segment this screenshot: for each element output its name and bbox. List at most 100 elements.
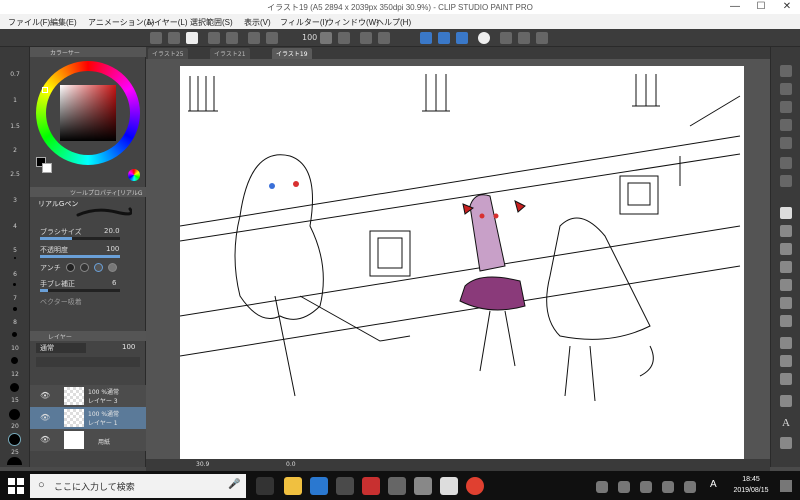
tab-doc-19[interactable]: イラスト19 xyxy=(272,48,312,59)
size-label[interactable]: 3 xyxy=(3,197,27,204)
save-icon[interactable] xyxy=(168,32,180,44)
size-dot[interactable] xyxy=(9,409,20,420)
saturation-value-square[interactable] xyxy=(60,85,116,141)
zoom-icon[interactable] xyxy=(780,65,792,77)
figure-icon[interactable] xyxy=(780,355,792,367)
size-label[interactable]: 1.5 xyxy=(3,123,27,130)
size-label[interactable]: 25 xyxy=(3,449,27,456)
size-dot[interactable] xyxy=(13,283,16,286)
eye-icon[interactable]: 👁 xyxy=(40,413,50,422)
network-icon[interactable] xyxy=(662,481,674,493)
selection-lasso-icon[interactable] xyxy=(780,137,792,149)
snap-perspective-icon[interactable] xyxy=(456,32,468,44)
selection-icon[interactable] xyxy=(360,32,372,44)
tab-layer[interactable]: レイヤー xyxy=(48,332,72,341)
ime-indicator[interactable]: A xyxy=(710,479,717,490)
fill-bucket-icon[interactable] xyxy=(780,315,792,327)
size-dot[interactable] xyxy=(10,383,19,392)
drawing-canvas[interactable] xyxy=(179,66,744,459)
stabilization-value[interactable]: 6 xyxy=(112,279,116,287)
layer-opacity[interactable]: 100 xyxy=(122,343,135,351)
edge-icon[interactable] xyxy=(310,477,328,495)
tab-doc-21[interactable]: イラスト21 xyxy=(210,48,250,59)
airbrush-icon[interactable] xyxy=(780,261,792,273)
color-sets-icon[interactable] xyxy=(128,169,140,181)
size-dot-selected[interactable] xyxy=(8,433,21,446)
antialias-none-icon[interactable] xyxy=(66,263,75,272)
angle-status[interactable]: 0.0 xyxy=(286,461,296,468)
size-label[interactable]: 4 xyxy=(3,223,27,230)
menu-filter[interactable]: フィルター(I) xyxy=(280,17,327,28)
snap-ruler-icon[interactable] xyxy=(420,32,432,44)
transform-icon[interactable] xyxy=(266,32,278,44)
hand-icon[interactable] xyxy=(780,83,792,95)
opacity-value[interactable]: 100 xyxy=(106,245,119,253)
antialias-strong-icon[interactable] xyxy=(108,263,117,272)
size-label[interactable]: 2 xyxy=(3,147,27,154)
fill-icon[interactable] xyxy=(320,32,332,44)
vector-snap-row[interactable]: ベクター吸着 xyxy=(40,297,140,309)
brush-size-value[interactable]: 20.0 xyxy=(104,227,120,235)
zoom-status[interactable]: 30.9 xyxy=(196,461,209,468)
size-label[interactable]: 6 xyxy=(3,271,27,278)
tray-icon[interactable] xyxy=(618,481,630,493)
gift-icon[interactable] xyxy=(362,477,380,495)
chrome-icon[interactable] xyxy=(466,477,484,495)
size-label[interactable]: 8 xyxy=(3,319,27,326)
layer-row-selected[interactable]: 👁 100 %通常 レイヤー 1 xyxy=(30,407,146,429)
hue-cursor[interactable] xyxy=(42,87,48,93)
close-button[interactable]: ✕ xyxy=(774,0,800,14)
move-icon[interactable] xyxy=(780,101,792,113)
text-tool-icon[interactable]: A xyxy=(780,417,792,429)
antialias-weak-icon[interactable] xyxy=(80,263,89,272)
menu-window[interactable]: ウィンドウ(W) xyxy=(326,17,379,28)
blend-icon[interactable] xyxy=(780,297,792,309)
size-label[interactable]: 0.7 xyxy=(3,71,27,78)
menu-layer[interactable]: レイヤー(L) xyxy=(146,17,188,28)
magic-wand-icon[interactable] xyxy=(780,157,792,169)
microphone-icon[interactable]: 🎤 xyxy=(228,479,240,490)
eraser-icon[interactable] xyxy=(780,279,792,291)
eye-icon[interactable]: 👁 xyxy=(40,391,50,400)
size-label[interactable]: 1 xyxy=(3,97,27,104)
size-label[interactable]: 20 xyxy=(3,423,27,430)
ruler-icon[interactable] xyxy=(780,395,792,407)
size-dot[interactable] xyxy=(11,357,18,364)
menu-selection[interactable]: 選択範囲(S) xyxy=(190,17,233,28)
file-explorer-icon[interactable] xyxy=(284,477,302,495)
operation-icon[interactable] xyxy=(780,119,792,131)
menu-animation[interactable]: アニメーション(A) xyxy=(88,17,154,28)
minimize-button[interactable]: — xyxy=(722,0,748,14)
clear-icon[interactable] xyxy=(248,32,260,44)
clip-studio-taskbar-icon[interactable] xyxy=(440,477,458,495)
tab-doc-25[interactable]: イラスト25 xyxy=(148,48,188,59)
gradient-icon[interactable] xyxy=(780,337,792,349)
help-icon[interactable] xyxy=(478,32,490,44)
size-label[interactable]: 10 xyxy=(3,345,27,352)
volume-icon[interactable] xyxy=(684,481,696,493)
photos-icon[interactable] xyxy=(414,477,432,495)
blend-mode-select[interactable]: 通常 xyxy=(36,343,86,353)
maximize-button[interactable]: ☐ xyxy=(748,0,774,14)
size-label[interactable]: 12 xyxy=(3,371,27,378)
size-label[interactable]: 15 xyxy=(3,397,27,404)
undo-icon[interactable] xyxy=(208,32,220,44)
size-label[interactable]: 5 xyxy=(3,247,27,254)
new-icon[interactable] xyxy=(150,32,162,44)
crop-icon[interactable] xyxy=(338,32,350,44)
eyedropper-icon[interactable] xyxy=(780,175,792,187)
balloon-icon[interactable] xyxy=(780,437,792,449)
notification-icon[interactable] xyxy=(780,480,792,492)
store-icon[interactable] xyxy=(336,477,354,495)
size-dot[interactable] xyxy=(14,257,16,259)
frame-icon[interactable] xyxy=(780,373,792,385)
size-dot[interactable] xyxy=(13,307,17,311)
pencil-icon[interactable] xyxy=(780,225,792,237)
onedrive-icon[interactable] xyxy=(640,481,652,493)
redo-icon[interactable] xyxy=(226,32,238,44)
tab-color-wheel[interactable]: カラーサー xyxy=(50,48,80,57)
flip-icon[interactable] xyxy=(536,32,548,44)
snap-grid-icon[interactable] xyxy=(438,32,450,44)
taskbar-search[interactable]: ○ ここに入力して検索 🎤 xyxy=(30,474,246,498)
rotate-icon[interactable] xyxy=(518,32,530,44)
